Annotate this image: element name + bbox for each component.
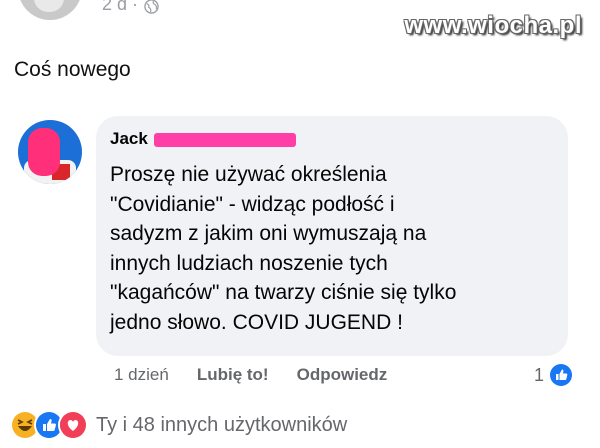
comment-time[interactable]: 1 dzień	[114, 365, 169, 385]
comment-line: Proszę nie używać określenia	[110, 163, 387, 186]
reactions-summary[interactable]: Ty i 48 innych użytkowników	[10, 410, 347, 440]
love-icon	[58, 410, 88, 440]
comment-line: "Covidianie" - widząc podłość i	[110, 192, 395, 216]
redaction-bar	[153, 133, 296, 147]
reactions-summary-text: Ty i 48 innych użytkowników	[96, 413, 348, 436]
post-time[interactable]: 2 d ·	[102, 0, 138, 15]
watermark: www.wiocha.pl	[404, 12, 582, 39]
comment-line: innych ludziach noszenie tych	[110, 251, 388, 275]
like-button[interactable]: Lubię to!	[197, 365, 269, 385]
comment-author[interactable]: Jack	[110, 129, 148, 149]
like-count-number: 1	[534, 364, 545, 385]
poster-avatar[interactable]	[18, 0, 82, 20]
comment-actions: 1 dzień Lubię to! Odpowiedz	[114, 365, 387, 385]
comment-text: Proszę nie używać określenia "Covidianie…	[110, 160, 560, 337]
reply-button[interactable]: Odpowiedz	[297, 365, 388, 385]
comment-line: sadyzm z jakim oni wymuszają na	[110, 222, 427, 245]
comment-author-row: Jack	[110, 129, 296, 149]
post-meta: 2 d ·	[102, 0, 159, 15]
comment-bubble: Jack Proszę nie używać określenia "Covid…	[96, 116, 568, 356]
post-header: 2 d · www.wiocha.pl	[0, 0, 600, 39]
commenter-avatar[interactable]	[18, 120, 82, 184]
post-text: Coś nowego	[14, 58, 131, 81]
globe-icon	[144, 0, 159, 14]
comment-line: jedno słowo. COVID JUGEND !	[110, 310, 403, 334]
comment-line: "kagańców" na twarzy ciśnie się tylko	[110, 281, 457, 304]
comment-like-count[interactable]: 1	[534, 364, 573, 386]
like-icon	[550, 364, 573, 386]
